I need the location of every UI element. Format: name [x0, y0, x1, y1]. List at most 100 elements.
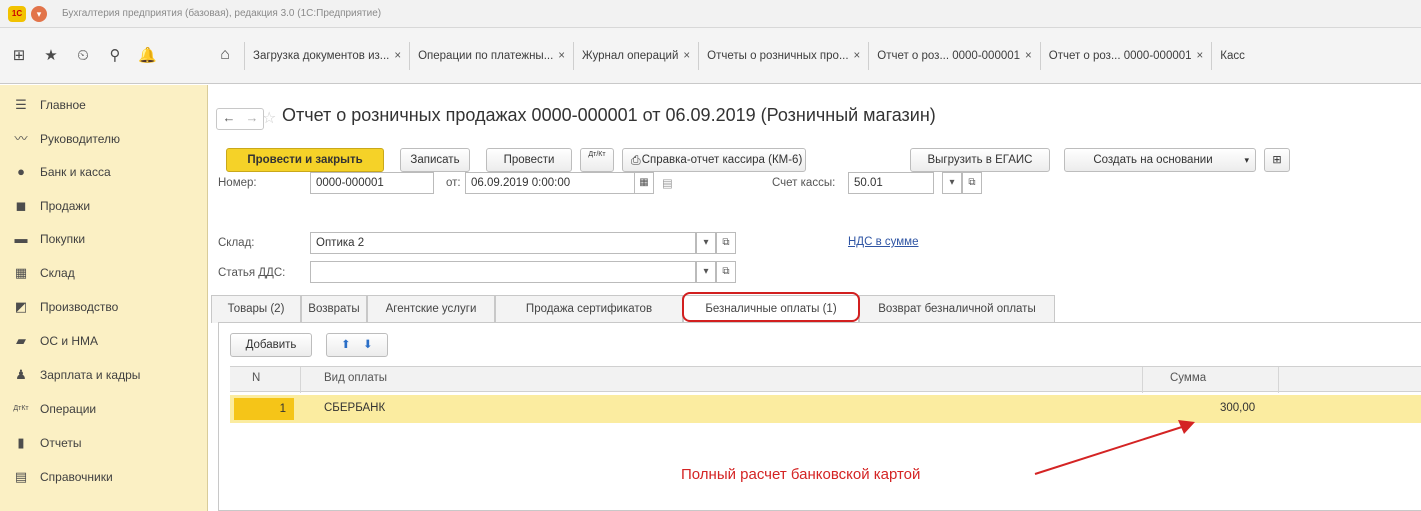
tab-returns[interactable]: Возвраты [301, 295, 367, 323]
number-label: Номер: [218, 177, 257, 189]
tab-cashless-refund[interactable]: Возврат безналичной оплаты [859, 295, 1055, 323]
column-separator [1142, 367, 1143, 393]
warehouse-icon: ▦ [14, 265, 28, 280]
column-separator [1278, 367, 1279, 393]
arrow-up-icon[interactable]: ⬆ [341, 334, 351, 356]
column-n[interactable]: N [252, 372, 260, 384]
sidebar-item-sales[interactable]: ◼ Продажи [0, 191, 208, 221]
app-logo-icon[interactable]: 1С [8, 6, 26, 22]
chevron-down-icon: ▾ [1244, 155, 1249, 165]
table-header: N Вид оплаты Сумма [230, 366, 1421, 393]
tab-retail-reports[interactable]: Отчеты о розничных про... × [698, 42, 868, 70]
add-row-button[interactable]: Добавить [230, 333, 312, 357]
close-icon[interactable]: × [683, 50, 690, 62]
dds-field[interactable] [310, 261, 696, 283]
egais-export-button[interactable]: Выгрузить в ЕГАИС [910, 148, 1050, 172]
main-menu-icon[interactable]: ▾ [31, 6, 47, 22]
column-amount[interactable]: Сумма [1170, 372, 1206, 384]
search-icon[interactable]: ⚲ [106, 47, 124, 65]
amount-cell[interactable]: 300,00 [1220, 402, 1255, 414]
favorites-star-icon[interactable]: ★ [42, 47, 60, 65]
arrow-down-icon[interactable]: ⬇ [363, 334, 373, 356]
tab-payment-operations[interactable]: Операции по платежны... × [409, 42, 573, 70]
sidebar-item-purchases[interactable]: ▬ Покупки [0, 224, 208, 254]
table-row[interactable]: 1 СБЕРБАНК 300,00 [230, 395, 1421, 423]
history-icon[interactable]: ⏲ [74, 47, 92, 65]
sidebar-item-fixed-assets[interactable]: ▰ ОС и НМА [0, 326, 208, 356]
tab-retail-report-1[interactable]: Отчет о роз... 0000-000001 × [868, 42, 1040, 70]
open-icon[interactable]: ⧉ [716, 232, 736, 254]
post-and-close-button[interactable]: Провести и закрыть [226, 148, 384, 172]
sidebar-item-manager[interactable]: 〰 Руководителю [0, 124, 208, 154]
close-icon[interactable]: × [1197, 50, 1204, 62]
tab-cash[interactable]: Касс [1211, 42, 1253, 70]
truck-icon: ▰ [16, 333, 26, 348]
dtkt-button[interactable]: Дт/Кт [580, 148, 614, 172]
create-based-on-button[interactable]: Создать на основании ▾ [1064, 148, 1256, 172]
dropdown-chevron-icon[interactable]: ▾ [696, 232, 716, 254]
factory-icon: ◩ [14, 299, 28, 314]
open-icon[interactable]: ⧉ [962, 172, 982, 194]
tab-operations-journal[interactable]: Журнал операций × [573, 42, 698, 70]
document-structure-icon[interactable]: ⊞ [1264, 148, 1290, 172]
page-title: Отчет о розничных продажах 0000-000001 о… [282, 105, 936, 125]
tab-documents-load[interactable]: Загрузка документов из... × [244, 42, 409, 70]
home-icon[interactable]: ⌂ [215, 45, 235, 65]
book-icon: ▤ [14, 469, 28, 484]
sidebar-item-reports[interactable]: ▮ Отчеты [0, 428, 208, 458]
basket-icon: ▬ [14, 231, 28, 246]
cash-account-label: Счет кассы: [772, 177, 836, 189]
comment-icon[interactable]: ▤ [662, 176, 673, 190]
sidebar-item-production[interactable]: ◩ Производство [0, 292, 208, 322]
toolbar-icons: ⊞ ★ ⏲ ⚲ 🔔 [0, 28, 208, 84]
calendar-icon[interactable]: ▦ [634, 172, 654, 194]
tab-goods[interactable]: Товары (2) [211, 295, 301, 323]
warehouse-field[interactable]: Оптика 2 [310, 232, 696, 254]
row-number-cell: 1 [234, 398, 294, 420]
menu-icon: ☰ [15, 97, 27, 112]
window-title: Бухгалтерия предприятия (базовая), редак… [62, 8, 382, 19]
section-toolbar: ⊞ ★ ⏲ ⚲ 🔔 ⌂ Загрузка документов из... × О… [0, 28, 1421, 84]
forward-arrow-icon[interactable]: → [241, 110, 263, 125]
chart-icon: ▮ [17, 435, 25, 450]
save-button[interactable]: Записать [400, 148, 470, 172]
vat-link[interactable]: НДС в сумме [848, 236, 918, 248]
back-arrow-icon[interactable]: ← [218, 110, 240, 125]
close-icon[interactable]: × [1025, 50, 1032, 62]
date-label: от: [446, 177, 461, 189]
sidebar-item-references[interactable]: ▤ Справочники [0, 462, 208, 492]
close-icon[interactable]: × [854, 50, 861, 62]
date-field[interactable]: 06.09.2019 0:00:00 [465, 172, 635, 194]
coin-icon: ● [17, 164, 25, 179]
annotation-arrow [1034, 420, 1195, 475]
grid-icon[interactable]: ⊞ [10, 47, 28, 65]
tab-retail-report-2[interactable]: Отчет о роз... 0000-000001 × [1039, 42, 1212, 70]
cash-account-field[interactable]: 50.01 [848, 172, 934, 194]
sidebar-item-warehouse[interactable]: ▦ Склад [0, 258, 208, 288]
tab-highlight-frame [682, 292, 860, 322]
sidebar-item-salary[interactable]: ♟ Зарплата и кадры [0, 360, 208, 390]
printer-icon: ⎙ [631, 153, 641, 167]
close-icon[interactable]: × [394, 50, 401, 62]
sidebar-item-operations[interactable]: ДтКт Операции [0, 394, 208, 424]
sidebar-item-bank[interactable]: ● Банк и касса [0, 157, 208, 187]
post-button[interactable]: Провести [486, 148, 572, 172]
column-payment-type[interactable]: Вид оплаты [324, 372, 387, 384]
bell-icon[interactable]: 🔔 [138, 47, 157, 65]
trend-icon: 〰 [14, 131, 28, 146]
payment-type-cell[interactable]: СБЕРБАНК [324, 402, 385, 414]
history-nav: ← → [216, 108, 264, 130]
tab-agent-services[interactable]: Агентские услуги [367, 295, 495, 323]
favorite-star-icon[interactable]: ☆ [262, 108, 276, 128]
dropdown-chevron-icon[interactable]: ▾ [696, 261, 716, 283]
sidebar-item-main[interactable]: ☰ Главное [0, 90, 208, 120]
tab-certificate-sales[interactable]: Продажа сертификатов [495, 295, 683, 323]
cashier-report-button[interactable]: ⎙ Справка-отчет кассира (КМ-6) [622, 148, 806, 172]
number-field[interactable]: 0000-000001 [310, 172, 434, 194]
close-icon[interactable]: × [558, 50, 565, 62]
sidebar: ☰ Главное 〰 Руководителю ● Банк и касса ◼ Пр… [0, 85, 208, 511]
dds-label: Статья ДДС: [218, 267, 286, 279]
open-icon[interactable]: ⧉ [716, 261, 736, 283]
dropdown-chevron-icon[interactable]: ▾ [942, 172, 962, 194]
person-icon: ♟ [15, 367, 27, 382]
